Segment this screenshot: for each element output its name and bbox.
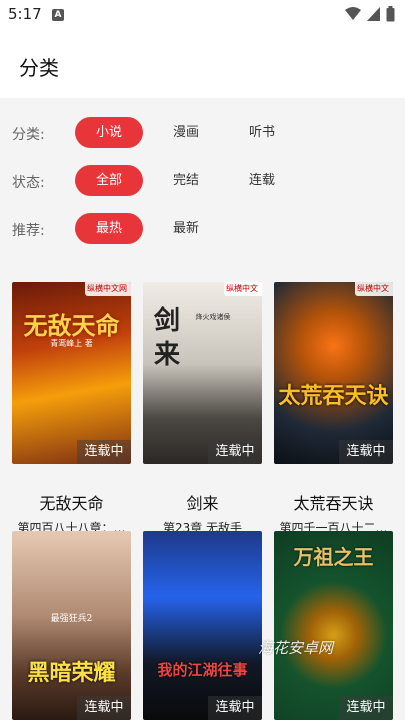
chip-all[interactable]: 全部 <box>75 165 143 196</box>
chip-novel[interactable]: 小说 <box>75 117 143 148</box>
notification-app-icon: A <box>52 9 64 21</box>
chip-serializing[interactable]: 连载 <box>234 165 290 196</box>
status-time: 5:17 <box>8 5 42 23</box>
wifi-icon <box>345 7 361 20</box>
filter-row-status: 状态: 全部 完结 连载 <box>0 164 405 198</box>
cover-title-art: 太荒吞天诀 <box>278 383 389 409</box>
cover-art <box>143 531 262 720</box>
filter-label: 分类: <box>12 127 45 143</box>
cover-art <box>12 531 131 720</box>
book-cover[interactable]: 万祖之王 连载中 <box>274 531 393 720</box>
book-cover[interactable]: 我的江湖往事 连载中 <box>143 531 262 720</box>
app-bar: 分类 <box>0 30 405 98</box>
status-icons <box>345 6 395 22</box>
filter-row-recommend: 推荐: 最热 最新 <box>0 212 405 246</box>
book-cover[interactable]: 最强狂兵2 黑暗荣耀 连载中 <box>12 531 131 720</box>
chip-comic[interactable]: 漫画 <box>158 117 214 148</box>
status-tag: 连载中 <box>77 696 131 720</box>
filter-label: 推荐: <box>12 223 45 239</box>
cover-title-art: 剑来 <box>153 306 180 370</box>
battery-icon <box>386 6 395 22</box>
book-cover[interactable]: 无敌天命 青鸾峰上 著 纵横中文网 连载中 <box>12 282 131 464</box>
chip-audiobook[interactable]: 听书 <box>234 117 290 148</box>
cover-title-art: 我的江湖往事 <box>157 661 248 679</box>
publisher-badge: 纵横中文 <box>224 282 262 296</box>
filter-row-category: 分类: 小说 漫画 听书 <box>0 116 405 150</box>
status-tag: 连载中 <box>339 440 393 464</box>
signal-icon <box>367 7 380 21</box>
chip-newest[interactable]: 最新 <box>158 213 214 244</box>
book-cover[interactable]: 太荒吞天诀 纵横中文 连载中 <box>274 282 393 464</box>
publisher-badge: 纵横中文网 <box>85 282 131 296</box>
cover-art <box>274 282 393 464</box>
filter-label: 状态: <box>12 175 45 191</box>
book-title: 剑来 <box>186 494 219 513</box>
watermark: 海花安卓网 <box>258 639 334 657</box>
filter-section: 分类: 小说 漫画 听书 状态: 全部 完结 连载 推荐: 最热 最新 <box>0 98 405 263</box>
status-tag: 连载中 <box>208 440 262 464</box>
cover-subtitle-art: 最强狂兵2 <box>50 614 93 624</box>
book-title: 太荒吞天诀 <box>293 494 374 513</box>
cover-title-art: 万祖之王 <box>293 545 374 569</box>
cover-author-art: 烽火戏诸侯 <box>195 313 231 321</box>
status-tag: 连载中 <box>77 440 131 464</box>
page-title: 分类 <box>19 56 59 80</box>
book-cover[interactable]: 剑来 烽火戏诸侯 纵横中文 连载中 <box>143 282 262 464</box>
cover-title-art: 黑暗荣耀 <box>27 660 116 686</box>
status-tag: 连载中 <box>339 696 393 720</box>
cover-author-art: 青鸾峰上 著 <box>50 339 93 348</box>
book-title: 无敌天命 <box>39 494 104 513</box>
chip-completed[interactable]: 完结 <box>158 165 214 196</box>
status-tag: 连载中 <box>208 696 262 720</box>
publisher-badge: 纵横中文 <box>355 282 393 296</box>
cover-title-art: 无敌天命 <box>23 311 120 340</box>
chip-hottest[interactable]: 最热 <box>75 213 143 244</box>
status-bar: 5:17 A <box>0 0 405 30</box>
